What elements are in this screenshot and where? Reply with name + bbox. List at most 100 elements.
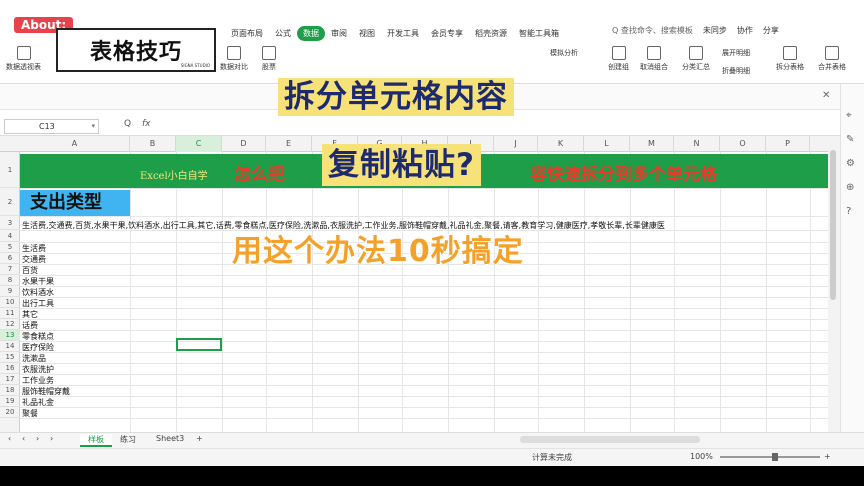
list-item[interactable]: 饮料酒水 [22, 287, 54, 298]
share-button[interactable]: 分享 [763, 25, 779, 36]
expense-type-cell[interactable]: 支出类型 [20, 190, 130, 216]
row-header-9[interactable]: 9 [0, 286, 20, 297]
vertical-scroll-thumb[interactable] [830, 150, 836, 300]
row-header-20[interactable]: 20 [0, 407, 20, 418]
list-item[interactable]: 其它 [22, 309, 38, 320]
name-box[interactable]: C13 [4, 119, 99, 134]
command-search[interactable]: Q 查找命令、搜索模板 [612, 25, 693, 36]
column-header-A[interactable]: A [20, 136, 130, 152]
column-header-C[interactable]: C [176, 136, 222, 152]
row-header-18[interactable]: 18 [0, 385, 20, 396]
column-header-B[interactable]: B [130, 136, 176, 152]
selected-cell[interactable] [176, 338, 222, 351]
split-table-button[interactable]: 拆分表格 [776, 46, 804, 72]
panel-share-icon[interactable]: ⊕ [846, 182, 854, 193]
panel-style-icon[interactable]: ✎ [846, 134, 854, 145]
data-compare-button[interactable]: 数据对比 [220, 46, 248, 72]
menu-tab-1[interactable]: 公式 [269, 26, 297, 41]
spreadsheet-app: 页面布局 公式 数据 审阅 视图 开发工具 会员专享 稻壳资源 智能工具箱 Q 查找命令、搜索模… [0, 0, 864, 486]
column-header-D[interactable]: D [222, 136, 266, 152]
panel-select-icon[interactable]: ⌖ [846, 110, 852, 121]
column-line [176, 152, 177, 432]
row-header-3[interactable]: 3 [0, 216, 20, 230]
list-item[interactable]: 水果干果 [22, 276, 54, 287]
sync-status[interactable]: 未同步 [703, 25, 727, 36]
menu-tab-5[interactable]: 开发工具 [381, 26, 425, 41]
row-header-12[interactable]: 12 [0, 319, 20, 330]
sheet-tab-1[interactable]: 练习 [120, 434, 136, 445]
column-header-O[interactable]: O [720, 136, 766, 152]
zoom-icon[interactable]: Q [124, 119, 131, 129]
column-header-E[interactable]: E [266, 136, 312, 152]
what-if-button[interactable]: 模拟分析 [550, 48, 578, 58]
close-icon[interactable]: ✕ [822, 90, 830, 101]
stock-button[interactable]: 股票 [262, 46, 276, 72]
column-header-J[interactable]: J [494, 136, 538, 152]
row-header-17[interactable]: 17 [0, 374, 20, 385]
zoom-level[interactable]: 100% [690, 452, 713, 461]
prev-sheet-icon[interactable]: ‹ [22, 434, 25, 443]
list-item[interactable]: 礼品礼金 [22, 397, 54, 408]
row-header-4[interactable]: 4 [0, 230, 20, 242]
row-header-2[interactable]: 2 [0, 188, 20, 216]
menu-tab-7[interactable]: 稻壳资源 [469, 26, 513, 41]
list-item[interactable]: 衣服洗护 [22, 364, 54, 375]
add-sheet-button[interactable]: + [196, 434, 203, 443]
row-header-13[interactable]: 13 [0, 330, 20, 341]
row-header-19[interactable]: 19 [0, 396, 20, 407]
list-item[interactable]: 百货 [22, 265, 38, 276]
row-header-14[interactable]: 14 [0, 341, 20, 352]
collapse-detail-button[interactable]: 折叠明细 [722, 66, 750, 76]
pivot-table-button[interactable]: 数据透视表 [6, 46, 41, 72]
column-header-M[interactable]: M [630, 136, 674, 152]
expand-detail-button[interactable]: 展开明细 [722, 48, 750, 58]
column-header-K[interactable]: K [538, 136, 584, 152]
sheet-tab-0[interactable]: 样板 [80, 434, 112, 447]
zoom-slider-knob[interactable] [772, 453, 778, 461]
column-header-P[interactable]: P [766, 136, 810, 152]
row-header-11[interactable]: 11 [0, 308, 20, 319]
first-sheet-icon[interactable]: ‹ [8, 434, 11, 443]
merge-table-button[interactable]: 合并表格 [818, 46, 846, 72]
row-header-8[interactable]: 8 [0, 275, 20, 286]
menu-tab-8[interactable]: 智能工具箱 [513, 26, 565, 41]
row-header-15[interactable]: 15 [0, 352, 20, 363]
panel-help-icon[interactable]: ? [846, 206, 851, 217]
panel-filter-icon[interactable]: ⚙ [846, 158, 855, 169]
list-item[interactable]: 零食糕点 [22, 331, 54, 342]
list-item[interactable]: 聚餐 [22, 408, 38, 419]
next-sheet-icon[interactable]: › [36, 434, 39, 443]
fx-icon[interactable]: fx [142, 119, 151, 129]
zoom-slider[interactable] [720, 456, 820, 458]
list-item[interactable]: 交通费 [22, 254, 46, 265]
collab-button[interactable]: 协作 [737, 25, 753, 36]
row-header-6[interactable]: 6 [0, 253, 20, 264]
row-header-16[interactable]: 16 [0, 363, 20, 374]
create-group-button[interactable]: 创建组 [608, 46, 629, 72]
last-sheet-icon[interactable]: › [50, 434, 53, 443]
menu-tab-2[interactable]: 数据 [297, 25, 325, 41]
ungroup-button[interactable]: 取消组合 [640, 46, 668, 72]
list-item[interactable]: 生活费 [22, 243, 46, 254]
row-header-7[interactable]: 7 [0, 264, 20, 275]
row-header-5[interactable]: 5 [0, 242, 20, 253]
menu-tab-4[interactable]: 视图 [353, 26, 381, 41]
band-mid-text: 怎么把 [234, 165, 285, 185]
column-header-N[interactable]: N [674, 136, 720, 152]
horizontal-scrollbar[interactable] [520, 436, 700, 443]
list-item[interactable]: 洗漱品 [22, 353, 46, 364]
menu-tab-6[interactable]: 会员专享 [425, 26, 469, 41]
row-header-10[interactable]: 10 [0, 297, 20, 308]
list-item[interactable]: 话费 [22, 320, 38, 331]
menu-tab-3[interactable]: 审阅 [325, 26, 353, 41]
zoom-in-button[interactable]: + [824, 452, 831, 461]
menu-tab-0[interactable]: 页面布局 [225, 26, 269, 41]
list-item[interactable]: 出行工具 [22, 298, 54, 309]
column-header-L[interactable]: L [584, 136, 630, 152]
row-header-1[interactable]: 1 [0, 152, 20, 188]
list-item[interactable]: 工作业务 [22, 375, 54, 386]
list-item[interactable]: 服饰鞋帽穿戴 [22, 386, 70, 397]
sheet-tab-2[interactable]: Sheet3 [156, 434, 184, 443]
subtotal-button[interactable]: 分类汇总 [682, 46, 710, 72]
list-item[interactable]: 医疗保险 [22, 342, 54, 353]
